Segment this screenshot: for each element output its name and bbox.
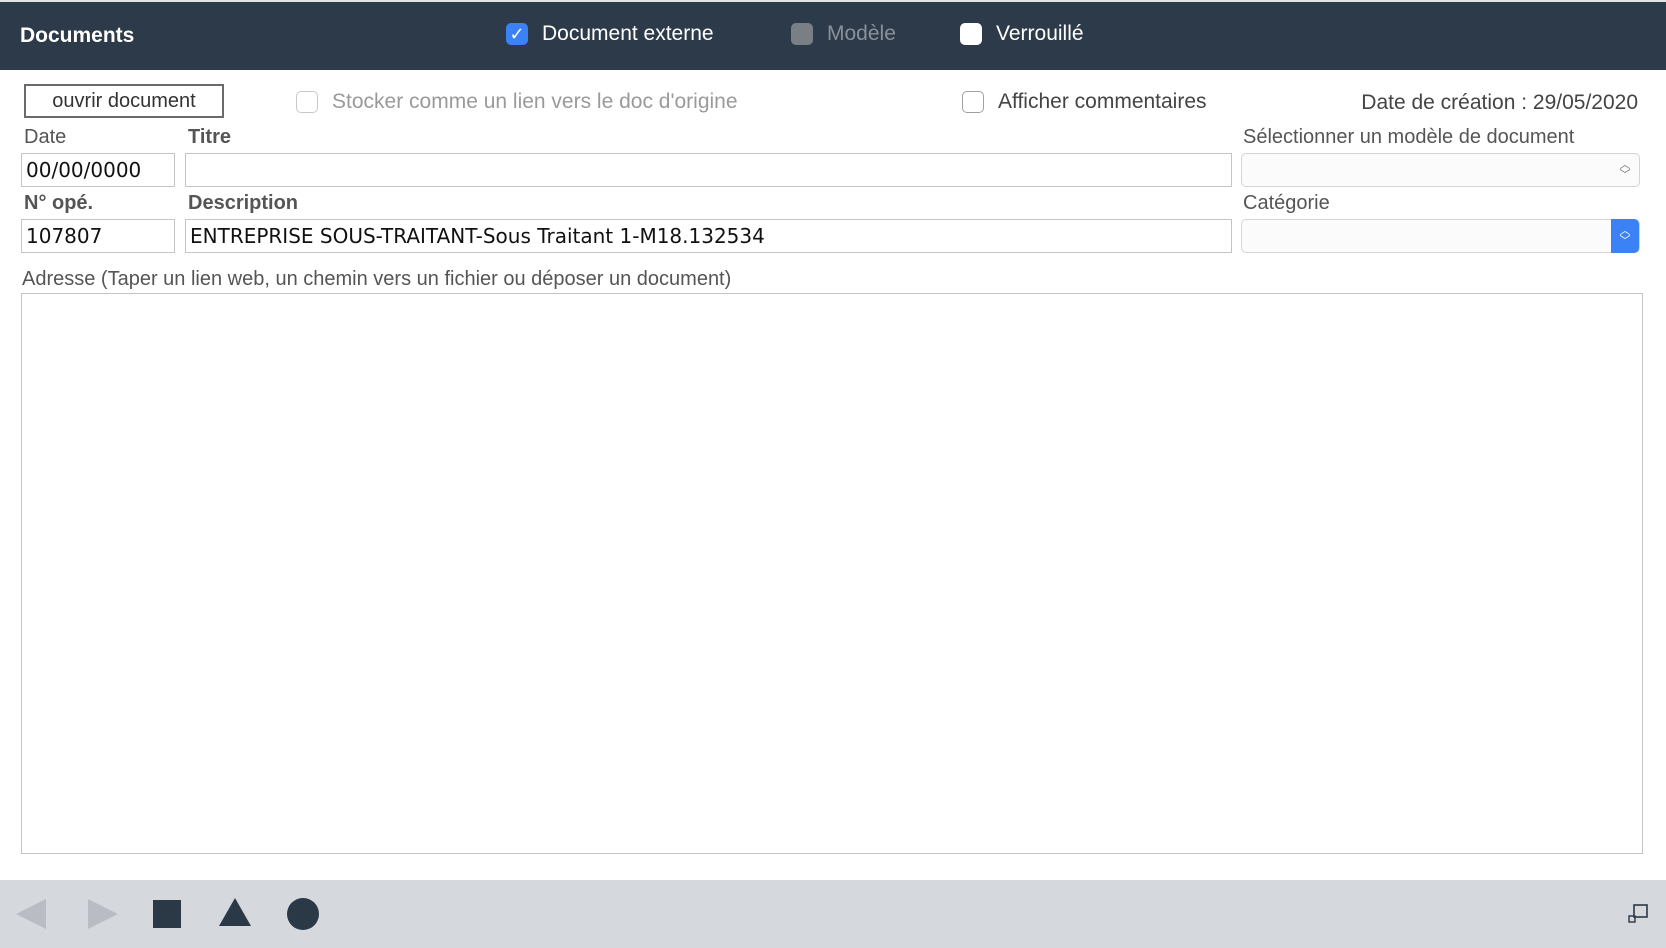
- checkmark-icon[interactable]: ✓: [506, 23, 528, 45]
- template-label: Modèle: [827, 22, 896, 45]
- footer-toolbar: [0, 880, 1666, 948]
- template-select[interactable]: ︿ ﹀: [1241, 153, 1640, 187]
- description-field[interactable]: ENTREPRISE SOUS-TRAITANT-Sous Traitant 1…: [185, 219, 1232, 253]
- locked-checkbox-box[interactable]: [960, 23, 982, 45]
- category-select[interactable]: ︿ ﹀: [1241, 219, 1640, 253]
- store-link-label: Stocker comme un lien vers le doc d'orig…: [332, 90, 738, 113]
- locked-label: Verrouillé: [996, 22, 1084, 45]
- title-label: Titre: [188, 126, 231, 148]
- circle-icon[interactable]: [287, 898, 319, 930]
- template-checkbox[interactable]: Modèle: [791, 22, 896, 46]
- creation-date: Date de création : 29/05/2020: [1361, 91, 1638, 114]
- operation-number-label: N° opé.: [24, 192, 94, 214]
- select-arrows-icon: ︿ ﹀: [1619, 159, 1631, 181]
- header-bar: Documents ✓ Document externe Modèle Verr…: [0, 0, 1666, 70]
- store-link-checkbox[interactable]: Stocker comme un lien vers le doc d'orig…: [296, 90, 738, 114]
- resize-icon[interactable]: [1628, 904, 1648, 924]
- external-document-label: Document externe: [542, 22, 714, 45]
- date-label: Date: [24, 126, 67, 148]
- address-label: Adresse (Taper un lien web, un chemin ve…: [22, 268, 732, 290]
- square-icon[interactable]: [153, 900, 181, 928]
- template-select-label: Sélectionner un modèle de document: [1243, 126, 1575, 148]
- open-document-button[interactable]: ouvrir document: [24, 84, 224, 118]
- next-arrow-icon[interactable]: [88, 899, 118, 929]
- locked-checkbox[interactable]: Verrouillé: [960, 22, 1084, 46]
- store-link-checkbox-box[interactable]: [296, 91, 318, 113]
- show-comments-checkbox-box[interactable]: [962, 91, 984, 113]
- operation-number-field[interactable]: 107807: [21, 219, 175, 253]
- category-label: Catégorie: [1243, 192, 1330, 214]
- title-field[interactable]: [185, 153, 1232, 187]
- section-title: Documents: [20, 24, 135, 47]
- external-document-checkbox[interactable]: ✓ Document externe: [506, 22, 714, 46]
- show-comments-checkbox[interactable]: Afficher commentaires: [962, 90, 1207, 114]
- description-label: Description: [188, 192, 299, 214]
- previous-arrow-icon[interactable]: [16, 899, 46, 929]
- select-arrows-icon: ︿ ﹀: [1611, 219, 1639, 253]
- date-field[interactable]: 00/00/0000: [21, 153, 175, 187]
- triangle-icon[interactable]: [219, 898, 251, 926]
- template-checkbox-box[interactable]: [791, 23, 813, 45]
- show-comments-label: Afficher commentaires: [998, 90, 1207, 113]
- address-textarea[interactable]: [21, 293, 1643, 854]
